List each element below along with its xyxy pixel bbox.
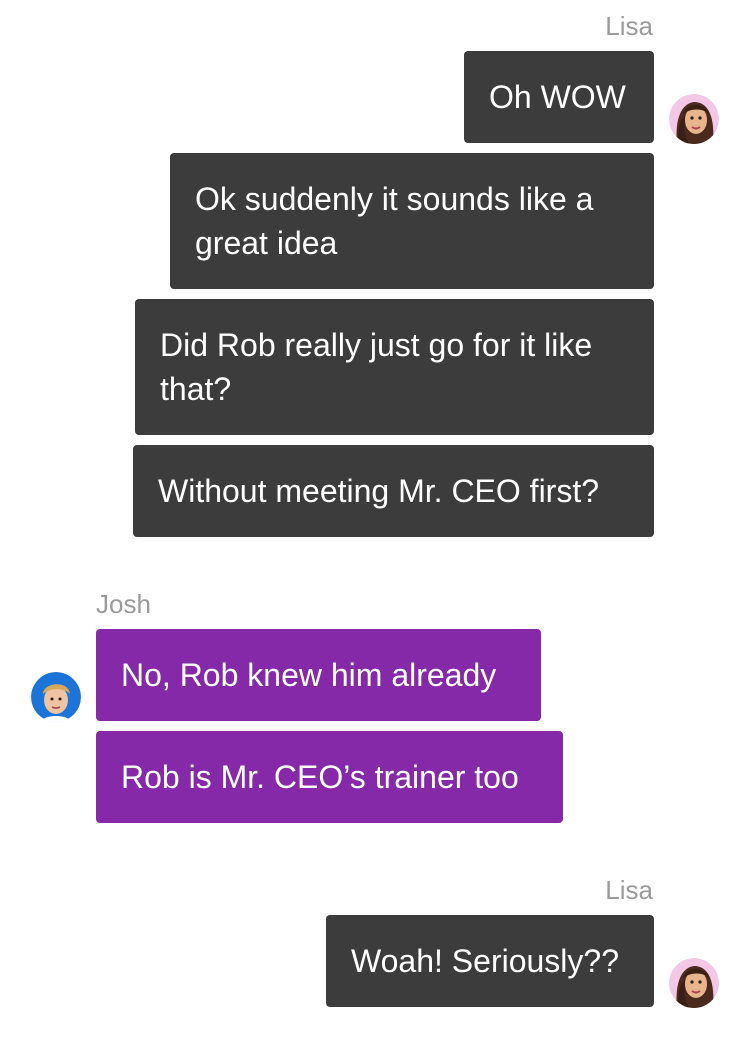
message-text: Rob is Mr. CEO’s trainer too (121, 759, 519, 795)
lisa-avatar-icon[interactable] (669, 958, 719, 1008)
message-text: Woah! Seriously?? (351, 943, 619, 979)
message-bubble[interactable]: Woah! Seriously?? (326, 915, 654, 1007)
message-text: Did Rob really just go for it like that? (160, 327, 593, 407)
message-text: Without meeting Mr. CEO first? (158, 473, 600, 509)
message-bubble[interactable]: Did Rob really just go for it like that? (135, 299, 654, 435)
sender-name: Lisa (605, 11, 653, 41)
message-bubble[interactable]: Ok suddenly it sounds like a great idea (170, 153, 654, 289)
message-text: Oh WOW (489, 79, 626, 115)
sender-name: Lisa (605, 875, 653, 905)
message-bubble[interactable]: Rob is Mr. CEO’s trainer too (96, 731, 563, 823)
lisa-avatar-icon[interactable] (669, 94, 719, 144)
message-text: Ok suddenly it sounds like a great idea (195, 181, 594, 261)
message-bubble[interactable]: Oh WOW (464, 51, 654, 143)
message-text: No, Rob knew him already (121, 657, 497, 693)
message-bubble[interactable]: Without meeting Mr. CEO first? (133, 445, 654, 537)
josh-avatar-icon[interactable] (31, 672, 81, 722)
message-bubble[interactable]: No, Rob knew him already (96, 629, 541, 721)
sender-name: Josh (96, 589, 151, 619)
